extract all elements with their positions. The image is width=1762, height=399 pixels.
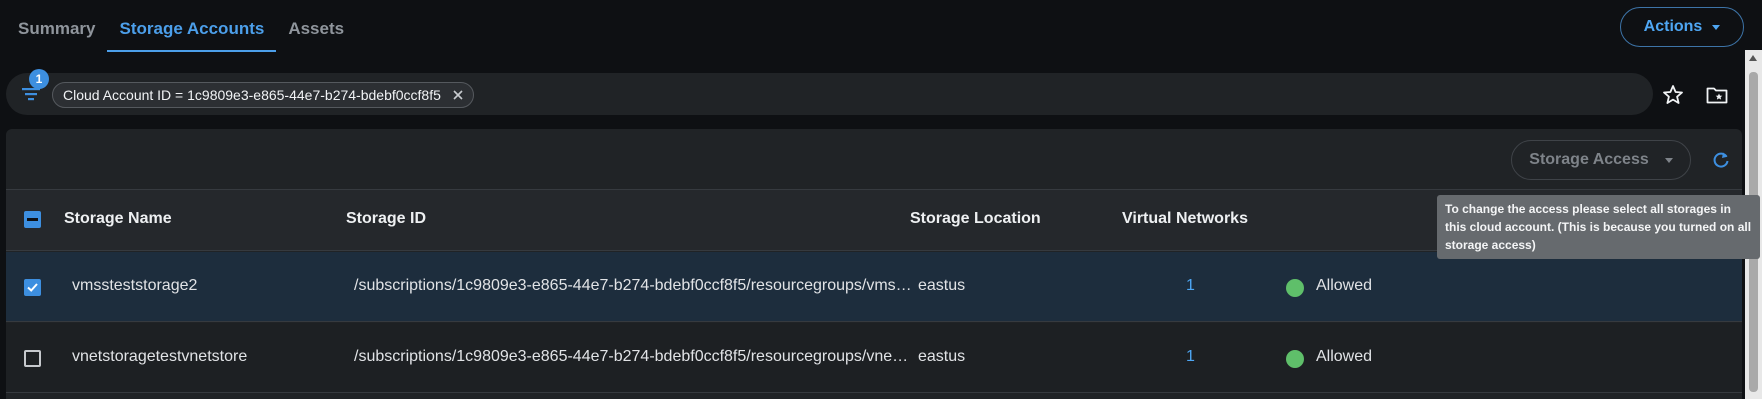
- storage-name-cell: vnetstoragetestvnetstore: [72, 348, 248, 365]
- filter-chip[interactable]: Cloud Account ID = 1c9809e3-e865-44e7-b2…: [52, 82, 474, 108]
- access-status-cell: Allowed: [1316, 277, 1373, 294]
- row-checkbox-checked[interactable]: [24, 279, 41, 296]
- table-row[interactable]: vmssteststorage2 /subscriptions/1c9809e3…: [6, 252, 1742, 322]
- column-header-storage-id[interactable]: Storage ID: [346, 210, 426, 228]
- folder-star-icon[interactable]: [1705, 83, 1729, 107]
- filter-chip-label: Cloud Account ID = 1c9809e3-e865-44e7-b2…: [63, 87, 441, 103]
- filter-bar: 1 Cloud Account ID = 1c9809e3-e865-44e7-…: [6, 69, 1653, 115]
- tab-assets[interactable]: Assets: [276, 0, 356, 52]
- status-allowed-icon: [1286, 279, 1304, 297]
- column-header-virtual-networks[interactable]: Virtual Networks: [1122, 210, 1248, 228]
- storage-location-cell: eastus: [918, 348, 966, 365]
- select-all-checkbox[interactable]: [24, 211, 41, 228]
- refresh-icon[interactable]: [1711, 150, 1731, 170]
- access-status-cell: Allowed: [1316, 348, 1373, 365]
- storage-access-tooltip: To change the access please select all s…: [1437, 195, 1760, 259]
- storage-location-cell: eastus: [918, 277, 966, 294]
- tab-bar: Summary Storage Accounts Assets: [0, 0, 356, 52]
- storage-access-label: Storage Access: [1529, 151, 1649, 168]
- filter-count-badge: 1: [29, 69, 49, 89]
- status-allowed-icon: [1286, 350, 1304, 368]
- storage-id-cell: /subscriptions/1c9809e3-e865-44e7-b274-b…: [354, 277, 912, 294]
- tab-storage-accounts[interactable]: Storage Accounts: [107, 0, 277, 52]
- chevron-down-icon: [1712, 24, 1721, 30]
- table-row[interactable]: vnetstoragetestvnetstore /subscriptions/…: [6, 323, 1742, 393]
- row-checkbox[interactable]: [24, 350, 41, 367]
- column-header-storage-name[interactable]: Storage Name: [64, 210, 172, 228]
- scroll-up-arrow-icon[interactable]: [1749, 55, 1757, 61]
- storage-access-dropdown[interactable]: Storage Access: [1511, 140, 1691, 180]
- tab-summary[interactable]: Summary: [0, 0, 107, 52]
- chevron-down-icon: [1664, 157, 1673, 163]
- star-icon[interactable]: [1661, 83, 1685, 107]
- close-icon[interactable]: [452, 89, 464, 101]
- column-header-storage-location[interactable]: Storage Location: [910, 210, 1041, 228]
- actions-button[interactable]: Actions: [1620, 7, 1744, 47]
- storage-name-cell: vmssteststorage2: [72, 277, 198, 294]
- virtual-networks-link[interactable]: 1: [1186, 348, 1195, 366]
- virtual-networks-link[interactable]: 1: [1186, 277, 1195, 295]
- storage-id-cell: /subscriptions/1c9809e3-e865-44e7-b274-b…: [354, 348, 909, 365]
- actions-button-label: Actions: [1643, 18, 1703, 35]
